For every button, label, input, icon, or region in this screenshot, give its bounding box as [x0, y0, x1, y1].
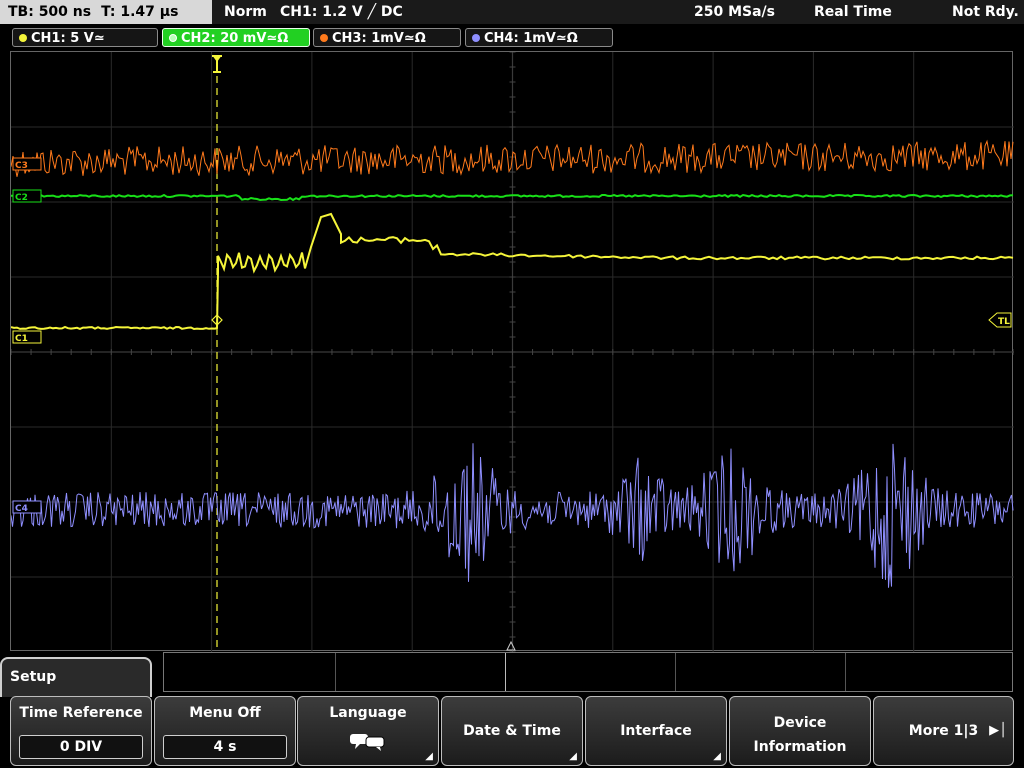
ch3-color-dot	[320, 34, 328, 42]
ch3-label: CH3: 1mV≃Ω	[332, 31, 426, 46]
trigger-level-label: TL	[998, 317, 1010, 327]
interface-key[interactable]: Interface ◢	[585, 696, 727, 766]
run-state: Not Rdy.	[952, 4, 1019, 20]
ch2-marker-label: C2	[15, 193, 28, 203]
ch4-marker-label: C4	[15, 504, 28, 514]
sample-rate: 250 MSa/s	[694, 4, 776, 20]
time-reference-key[interactable]: Time Reference 0 DIV	[10, 696, 152, 766]
trigger-source[interactable]: CH1: 1.2 V ╱ DC	[280, 0, 403, 24]
menu-off-value: 4 s	[163, 735, 287, 759]
more-label: More 1|3	[908, 723, 979, 739]
time-reference-label: Time Reference	[19, 705, 143, 721]
horizontal-center-icon	[506, 640, 516, 651]
more-key[interactable]: More 1|3 ▶│	[873, 696, 1014, 766]
ch4-marker[interactable]: C4	[12, 500, 42, 514]
acquisition-mode: Real Time	[814, 4, 892, 20]
submenu-indicator-icon: ◢	[713, 751, 721, 762]
submenu-indicator-icon: ◢	[569, 751, 577, 762]
ch2-marker[interactable]: C2	[12, 189, 42, 203]
timebase-value: TB: 500 ns	[8, 4, 92, 20]
menu-off-label: Menu Off	[189, 705, 261, 721]
ch4-label: CH4: 1mV≃Ω	[484, 31, 578, 46]
trigger-time-value: T: 1.47 µs	[101, 4, 179, 20]
timebase-box[interactable]: TB: 500 ns T: 1.47 µs	[0, 0, 212, 24]
ch3-marker-label: C3	[15, 161, 28, 171]
ch1-marker-label: C1	[15, 334, 28, 344]
ch4-color-dot	[472, 34, 480, 42]
menu-off-key[interactable]: Menu Off 4 s	[154, 696, 296, 766]
time-reference-value: 0 DIV	[19, 735, 143, 759]
device-info-line2: Information	[753, 739, 847, 755]
channel-2-tab[interactable]: CH2: 20 mV≃Ω	[162, 28, 310, 47]
speech-bubbles-icon	[298, 731, 438, 757]
trigger-level-marker[interactable]: TL	[988, 312, 1012, 328]
ch1-marker[interactable]: C1	[12, 330, 42, 344]
next-page-icon: ▶│	[989, 723, 1007, 738]
device-information-key[interactable]: Device Information	[729, 696, 871, 766]
submenu-indicator-icon: ◢	[425, 751, 433, 762]
interface-label: Interface	[620, 723, 692, 739]
graticule	[11, 52, 1014, 652]
trigger-mode[interactable]: Norm	[224, 0, 267, 24]
info-strip	[163, 652, 1013, 692]
ch1-color-dot	[19, 34, 27, 42]
channel-3-tab[interactable]: CH3: 1mV≃Ω	[313, 28, 461, 47]
date-time-key[interactable]: Date & Time ◢	[441, 696, 583, 766]
channel-1-tab[interactable]: CH1: 5 V≃	[12, 28, 158, 47]
channel-4-tab[interactable]: CH4: 1mV≃Ω	[465, 28, 613, 47]
ch2-label: CH2: 20 mV≃Ω	[181, 31, 289, 46]
device-info-line1: Device	[773, 715, 827, 731]
ch2-color-dot	[169, 34, 177, 42]
waveform-display[interactable]: C3 C2 C1 C4 TL	[10, 51, 1014, 652]
menu-title: Setup	[0, 657, 152, 697]
date-time-label: Date & Time	[463, 723, 561, 739]
trigger-position-icon[interactable]	[212, 55, 222, 73]
ch1-label: CH1: 5 V≃	[31, 31, 105, 46]
ch3-marker[interactable]: C3	[12, 157, 42, 171]
language-label: Language	[329, 705, 407, 721]
acquisition-info: Norm CH1: 1.2 V ╱ DC 250 MSa/s Real Time…	[216, 0, 1024, 24]
waveform-canvas: C3 C2 C1 C4 TL	[11, 52, 1014, 652]
language-key[interactable]: Language ◢	[297, 696, 439, 766]
